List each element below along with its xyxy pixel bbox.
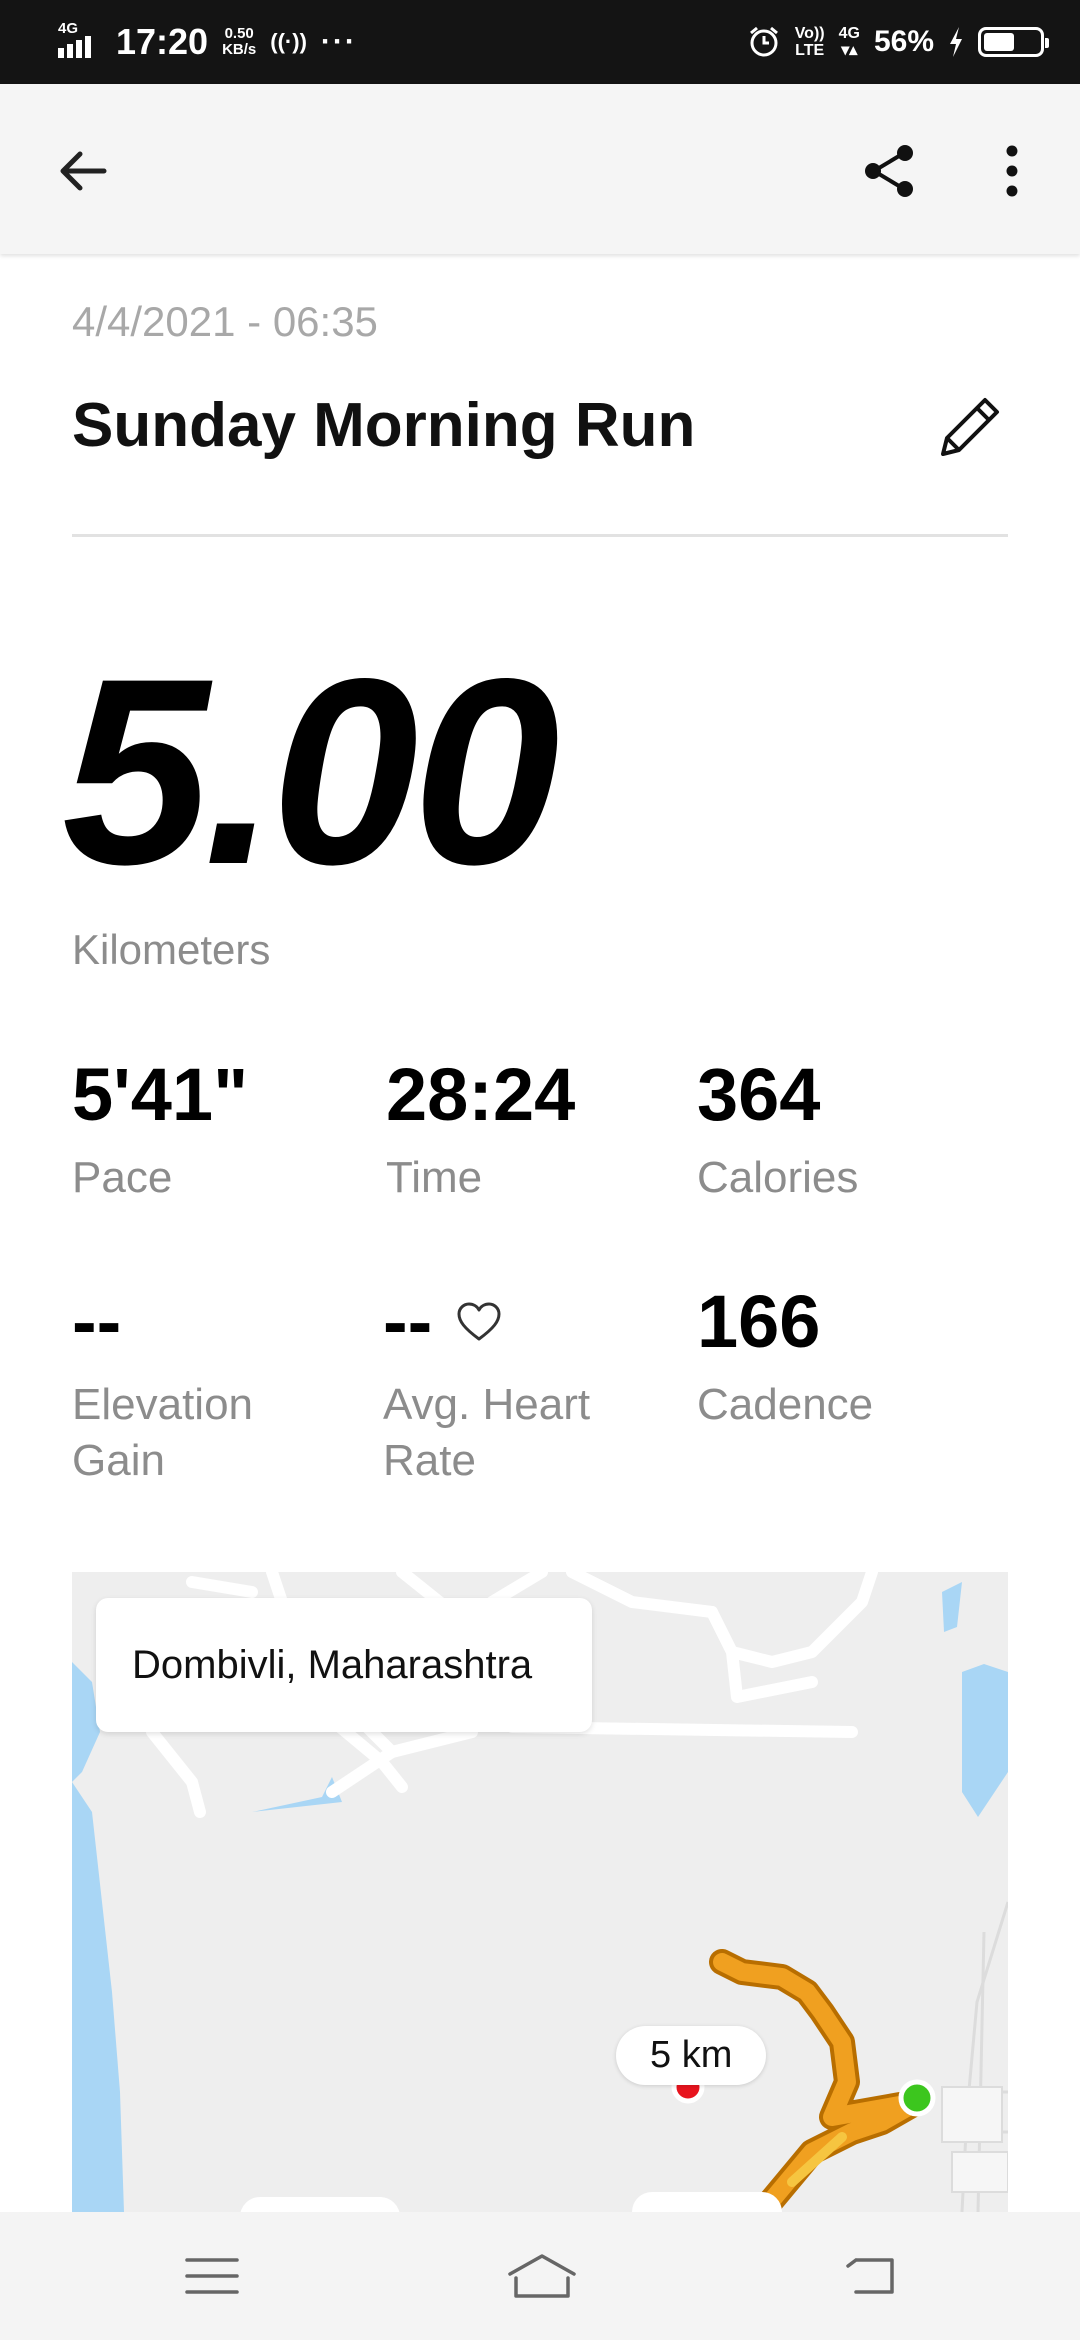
network-speed: 0.50 KB/s — [222, 25, 257, 58]
header-divider — [72, 534, 1008, 537]
stat-value: 28:24 — [386, 1053, 576, 1136]
edit-title-button[interactable] — [930, 385, 1010, 469]
hotspot-icon: ((·)) — [270, 29, 307, 54]
share-button[interactable] — [848, 129, 932, 213]
more-notifications-icon: ··· — [320, 25, 357, 58]
status-bar: 4G 17:20 0.50 KB/s ((·)) ··· Vo)) LTE 4G… — [0, 0, 1080, 84]
stat-elevation-gain: -- Elevation Gain — [72, 1285, 332, 1489]
alarm-icon — [749, 26, 778, 57]
stat-label: Pace — [72, 1153, 173, 1202]
battery-percent: 56% — [873, 25, 934, 58]
home-icon — [508, 2254, 576, 2298]
network-type: 4G — [58, 20, 79, 37]
stat-label: Time — [386, 1153, 483, 1202]
arrow-left-icon — [60, 151, 107, 191]
volte-indicator: Vo)) LTE — [794, 25, 825, 59]
distance-value: 5.00 — [62, 624, 560, 920]
activity-date: 4/4/2021 - 06:35 — [72, 298, 378, 345]
battery-icon — [978, 27, 1049, 57]
recent-apps-button[interactable] — [170, 2236, 254, 2316]
route-map[interactable]: Dombivli, Maharashtra 5 km — [72, 1572, 1008, 2212]
back-icon — [846, 2258, 894, 2294]
distance-unit: Kilometers — [72, 926, 271, 973]
location-text: Dombivli, Maharashtra — [132, 1642, 533, 1687]
app-bar — [0, 84, 1080, 254]
stat-value: -- — [383, 1280, 433, 1363]
pencil-icon — [941, 398, 999, 456]
share-icon — [865, 145, 913, 197]
route-line — [713, 1953, 926, 2212]
stat-value: -- — [72, 1280, 122, 1363]
start-marker — [898, 2079, 936, 2117]
stat-value: 364 — [697, 1053, 821, 1136]
stat-calories: 364 Calories — [697, 1058, 858, 1206]
stat-pace: 5'41" Pace — [72, 1058, 248, 1206]
overflow-menu-button[interactable] — [970, 129, 1054, 213]
stat-cadence: 166 Cadence — [697, 1285, 873, 1433]
stat-label: Calories — [697, 1153, 859, 1202]
charging-icon — [950, 27, 962, 57]
stat-label: Avg. Heart Rate — [383, 1380, 591, 1485]
mobile-data-icon: 4G ▾▴ — [838, 25, 860, 59]
stat-avg-heart-rate: -- Avg. Heart Rate — [383, 1285, 643, 1489]
system-nav-bar — [0, 2212, 1080, 2340]
distance-marker-label: 5 km — [616, 2026, 767, 2085]
activity-title: Sunday Morning Run — [72, 391, 696, 460]
clock: 17:20 — [116, 21, 209, 62]
more-vertical-icon — [1006, 145, 1018, 197]
stat-label: Cadence — [697, 1380, 874, 1429]
heart-icon[interactable] — [456, 1301, 502, 1343]
stat-value: 5'41" — [72, 1053, 249, 1136]
stat-value: 166 — [697, 1280, 821, 1363]
signal-icon: 4G — [58, 20, 102, 62]
home-button[interactable] — [500, 2236, 584, 2316]
stat-time: 28:24 Time — [386, 1058, 575, 1206]
nav-back-button[interactable] — [828, 2236, 912, 2316]
stat-label: Elevation Gain — [72, 1380, 254, 1485]
menu-icon — [185, 2258, 239, 2294]
location-label: Dombivli, Maharashtra — [96, 1598, 592, 1732]
back-button[interactable] — [40, 129, 124, 213]
